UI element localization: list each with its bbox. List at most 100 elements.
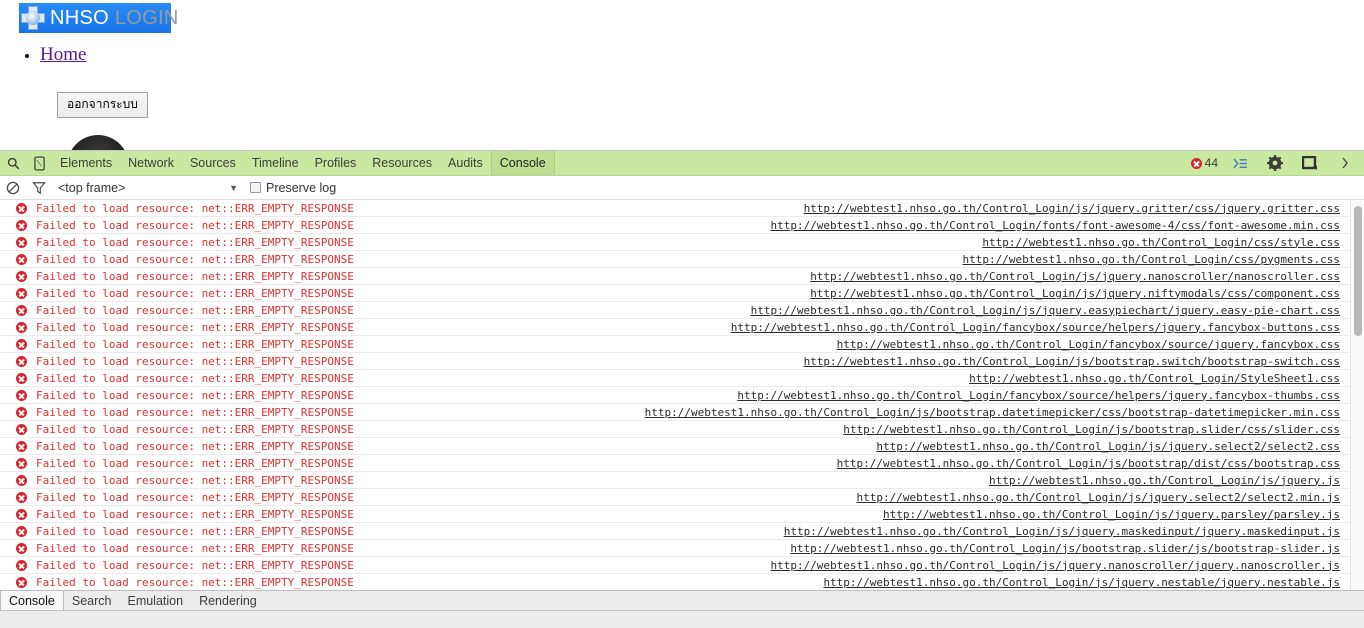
console-message-row[interactable]: Failed to load resource: net::ERR_EMPTY_…: [0, 302, 1364, 319]
console-message-source-link[interactable]: http://webtest1.nhso.go.th/Control_Login…: [883, 508, 1340, 521]
console-message-source-link[interactable]: http://webtest1.nhso.go.th/Control_Login…: [989, 474, 1340, 487]
logout-button[interactable]: ออกจากระบบ: [57, 92, 148, 118]
console-message-row[interactable]: Failed to load resource: net::ERR_EMPTY_…: [0, 319, 1364, 336]
scrollbar-thumb[interactable]: [1354, 206, 1362, 336]
console-message-text: Failed to load resource: net::ERR_EMPTY_…: [36, 235, 354, 249]
nav-item-home[interactable]: Home: [40, 44, 86, 66]
console-message-text: Failed to load resource: net::ERR_EMPTY_…: [36, 422, 354, 436]
console-message-row[interactable]: Failed to load resource: net::ERR_EMPTY_…: [0, 387, 1364, 404]
console-message-row[interactable]: Failed to load resource: net::ERR_EMPTY_…: [0, 472, 1364, 489]
tab-profiles[interactable]: Profiles: [307, 151, 365, 175]
error-circle-icon: [16, 202, 30, 214]
console-message-source-link[interactable]: http://webtest1.nhso.go.th/Control_Login…: [823, 576, 1340, 589]
console-message-row[interactable]: Failed to load resource: net::ERR_EMPTY_…: [0, 217, 1364, 234]
home-link[interactable]: Home: [40, 44, 86, 65]
console-message-text: Failed to load resource: net::ERR_EMPTY_…: [36, 269, 354, 283]
console-scrollbar[interactable]: [1350, 200, 1364, 590]
console-message-text: Failed to load resource: net::ERR_EMPTY_…: [36, 337, 354, 351]
console-message-row[interactable]: Failed to load resource: net::ERR_EMPTY_…: [0, 557, 1364, 574]
console-message-row[interactable]: Failed to load resource: net::ERR_EMPTY_…: [0, 404, 1364, 421]
console-message-source-link[interactable]: http://webtest1.nhso.go.th/Control_Login…: [804, 202, 1340, 215]
console-message-source-link[interactable]: http://webtest1.nhso.go.th/Control_Login…: [963, 253, 1341, 266]
error-circle-icon: [16, 406, 30, 418]
console-message-row[interactable]: Failed to load resource: net::ERR_EMPTY_…: [0, 285, 1364, 302]
console-message-text: Failed to load resource: net::ERR_EMPTY_…: [36, 524, 354, 538]
console-message-text: Failed to load resource: net::ERR_EMPTY_…: [36, 388, 354, 402]
console-message-source-link[interactable]: http://webtest1.nhso.go.th/Control_Login…: [790, 542, 1340, 555]
tab-audits[interactable]: Audits: [440, 151, 491, 175]
console-message-row[interactable]: Failed to load resource: net::ERR_EMPTY_…: [0, 336, 1364, 353]
console-message-row[interactable]: Failed to load resource: net::ERR_EMPTY_…: [0, 268, 1364, 285]
console-message-source-link[interactable]: http://webtest1.nhso.go.th/Control_Login…: [857, 491, 1340, 504]
console-message-row[interactable]: Failed to load resource: net::ERR_EMPTY_…: [0, 200, 1364, 217]
console-message-row[interactable]: Failed to load resource: net::ERR_EMPTY_…: [0, 370, 1364, 387]
execution-context-selector[interactable]: <top frame> ▼: [58, 181, 238, 195]
console-filter-bar: <top frame> ▼ Preserve log: [0, 176, 1364, 200]
error-circle-icon: [16, 355, 30, 367]
tab-timeline[interactable]: Timeline: [244, 151, 307, 175]
console-message-row[interactable]: Failed to load resource: net::ERR_EMPTY_…: [0, 455, 1364, 472]
console-message-source-link[interactable]: http://webtest1.nhso.go.th/Control_Login…: [731, 321, 1340, 334]
devtools-drawer: Console Search Emulation Rendering: [0, 590, 1364, 628]
error-count-badge[interactable]: 44: [1190, 156, 1218, 170]
tab-network[interactable]: Network: [120, 151, 182, 175]
console-message-source-link[interactable]: http://webtest1.nhso.go.th/Control_Login…: [645, 406, 1340, 419]
medical-cross-icon: [20, 5, 46, 31]
tab-resources[interactable]: Resources: [364, 151, 440, 175]
web-page-content: NHSO LOGIN Home ออกจากระบบ: [0, 0, 1364, 152]
error-circle-icon: [16, 491, 30, 503]
error-circle-icon: [16, 542, 30, 554]
drawer-tab-console[interactable]: Console: [0, 591, 64, 610]
console-message-row[interactable]: Failed to load resource: net::ERR_EMPTY_…: [0, 438, 1364, 455]
console-message-source-link[interactable]: http://webtest1.nhso.go.th/Control_Login…: [804, 355, 1340, 368]
preserve-log-toggle[interactable]: Preserve log: [250, 181, 336, 195]
console-message-source-link[interactable]: http://webtest1.nhso.go.th/Control_Login…: [810, 270, 1340, 283]
console-message-source-link[interactable]: http://webtest1.nhso.go.th/Control_Login…: [969, 372, 1340, 385]
tab-console[interactable]: Console: [490, 151, 555, 175]
console-message-source-link[interactable]: http://webtest1.nhso.go.th/Control_Login…: [837, 457, 1340, 470]
gear-icon[interactable]: [1262, 155, 1288, 171]
clear-console-icon[interactable]: [0, 181, 26, 195]
console-message-source-link[interactable]: http://webtest1.nhso.go.th/Control_Login…: [770, 219, 1340, 232]
error-circle-icon: [16, 423, 30, 435]
console-message-source-link[interactable]: http://webtest1.nhso.go.th/Control_Login…: [784, 525, 1340, 538]
console-message-row[interactable]: Failed to load resource: net::ERR_EMPTY_…: [0, 251, 1364, 268]
more-options-icon[interactable]: [1332, 157, 1358, 169]
console-message-row[interactable]: Failed to load resource: net::ERR_EMPTY_…: [0, 574, 1364, 590]
error-circle-icon: [16, 287, 30, 299]
dock-position-icon[interactable]: [1297, 156, 1323, 170]
console-message-row[interactable]: Failed to load resource: net::ERR_EMPTY_…: [0, 353, 1364, 370]
console-message-row[interactable]: Failed to load resource: net::ERR_EMPTY_…: [0, 234, 1364, 251]
error-circle-icon: [16, 525, 30, 537]
error-circle-icon: [16, 236, 30, 248]
tab-sources[interactable]: Sources: [182, 151, 244, 175]
console-message-row[interactable]: Failed to load resource: net::ERR_EMPTY_…: [0, 523, 1364, 540]
drawer-tab-search[interactable]: Search: [64, 591, 120, 610]
console-message-source-link[interactable]: http://webtest1.nhso.go.th/Control_Login…: [843, 423, 1340, 436]
console-message-text: Failed to load resource: net::ERR_EMPTY_…: [36, 405, 354, 419]
console-message-source-link[interactable]: http://webtest1.nhso.go.th/Control_Login…: [737, 389, 1340, 402]
device-toolbar-icon[interactable]: [26, 151, 52, 175]
console-message-row[interactable]: Failed to load resource: net::ERR_EMPTY_…: [0, 506, 1364, 523]
tab-elements[interactable]: Elements: [52, 151, 120, 175]
preserve-log-checkbox[interactable]: [250, 182, 261, 193]
drawer-tab-rendering[interactable]: Rendering: [191, 591, 265, 610]
console-message-row[interactable]: Failed to load resource: net::ERR_EMPTY_…: [0, 489, 1364, 506]
console-message-row[interactable]: Failed to load resource: net::ERR_EMPTY_…: [0, 421, 1364, 438]
search-icon[interactable]: [0, 151, 26, 175]
console-message-source-link[interactable]: http://webtest1.nhso.go.th/Control_Login…: [751, 304, 1340, 317]
console-message-text: Failed to load resource: net::ERR_EMPTY_…: [36, 371, 354, 385]
filter-icon[interactable]: [26, 181, 52, 195]
drawer-tab-emulation[interactable]: Emulation: [119, 591, 191, 610]
console-message-source-link[interactable]: http://webtest1.nhso.go.th/Control_Login…: [810, 287, 1340, 300]
console-message-text: Failed to load resource: net::ERR_EMPTY_…: [36, 490, 354, 504]
console-message-source-link[interactable]: http://webtest1.nhso.go.th/Control_Login…: [837, 338, 1340, 351]
console-message-list[interactable]: Failed to load resource: net::ERR_EMPTY_…: [0, 200, 1364, 590]
preserve-log-label: Preserve log: [266, 180, 337, 195]
console-message-source-link[interactable]: http://webtest1.nhso.go.th/Control_Login…: [876, 440, 1340, 453]
error-circle-icon: [16, 253, 30, 265]
show-drawer-icon[interactable]: [1227, 157, 1253, 170]
console-message-row[interactable]: Failed to load resource: net::ERR_EMPTY_…: [0, 540, 1364, 557]
console-message-source-link[interactable]: http://webtest1.nhso.go.th/Control_Login…: [982, 236, 1340, 249]
console-message-source-link[interactable]: http://webtest1.nhso.go.th/Control_Login…: [770, 559, 1340, 572]
